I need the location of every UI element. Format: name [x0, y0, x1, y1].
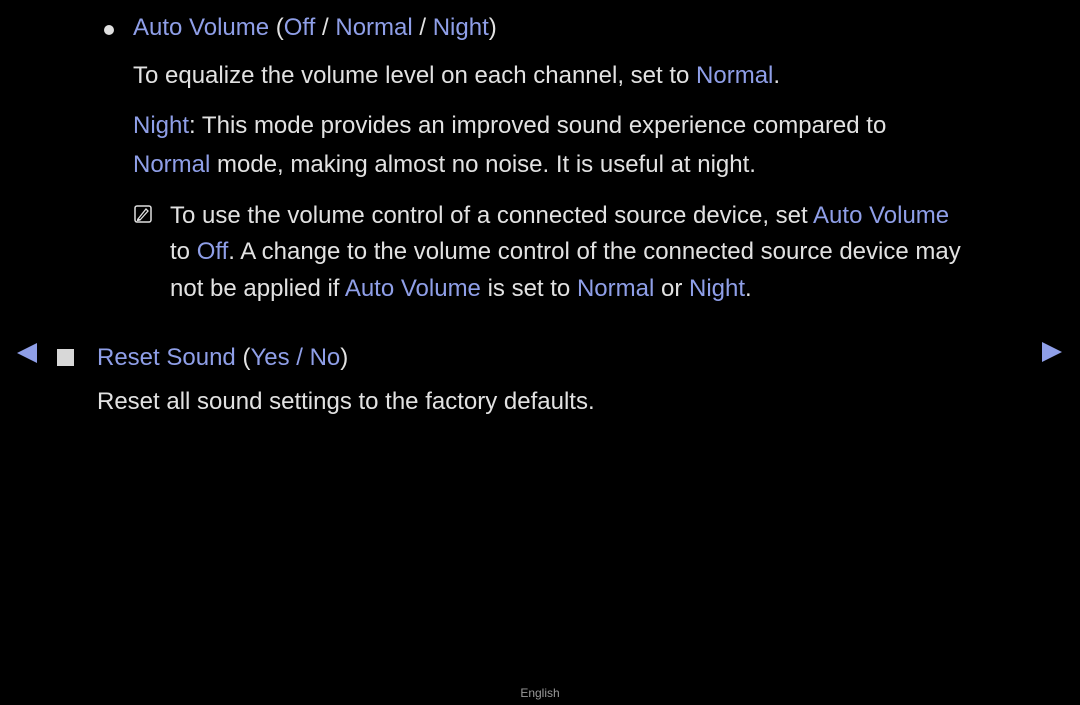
auto-volume-description: To equalize the volume level on each cha… — [133, 62, 781, 89]
footer-language: English — [520, 686, 560, 700]
option-night: Night — [432, 14, 489, 41]
reset-sound-title: Reset Sound — [97, 344, 236, 371]
auto-volume-title: Auto Volume — [133, 14, 270, 41]
reset-sound-options: Yes / No — [250, 344, 341, 371]
night-description-line-1: Night: This mode provides an improved so… — [133, 112, 887, 139]
auto-volume-heading: Auto Volume (Off / Normal / Night) — [133, 14, 497, 41]
option-normal: Normal — [335, 14, 413, 41]
triangle-right-icon[interactable] — [1042, 342, 1062, 362]
bullet-dot-icon — [104, 25, 114, 35]
triangle-left-icon[interactable] — [17, 343, 37, 363]
note-line-3: not be applied if Auto Volume is set to … — [170, 275, 752, 302]
reset-sound-heading: Reset Sound (Yes / No) — [97, 344, 349, 371]
note-icon — [134, 205, 152, 223]
reset-sound-description: Reset all sound settings to the factory … — [97, 388, 595, 415]
square-bullet-icon — [57, 349, 74, 366]
note-line-1: To use the volume control of a connected… — [170, 202, 950, 229]
night-description-line-2: Normal mode, making almost no noise. It … — [133, 151, 756, 178]
note-line-2: to Off. A change to the volume control o… — [170, 238, 961, 265]
option-off: Off — [283, 14, 316, 41]
